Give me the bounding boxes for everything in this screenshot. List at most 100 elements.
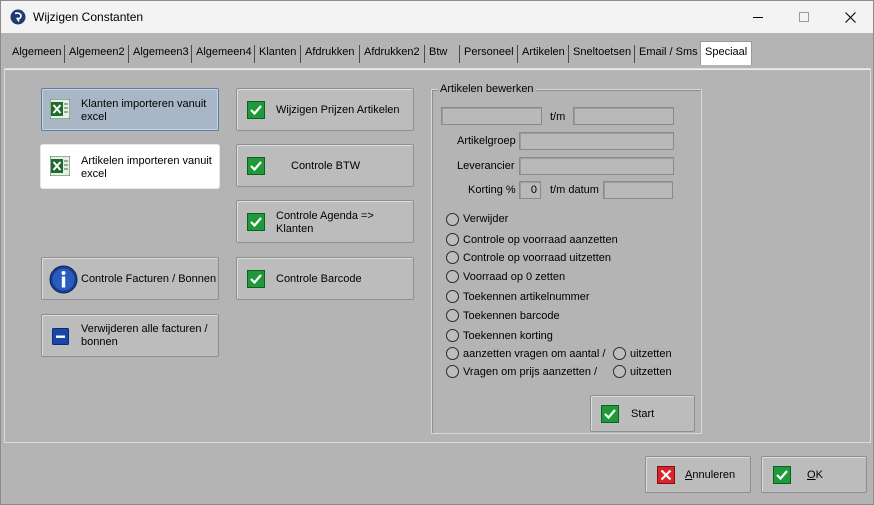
- window-title: Wijzigen Constanten: [33, 10, 144, 24]
- radio-korting[interactable]: [446, 329, 459, 342]
- controle-btw-button[interactable]: Controle BTW: [236, 144, 414, 187]
- app-logo-icon: [10, 9, 26, 25]
- tab-separator: [459, 45, 460, 63]
- radio-vragen-aantal[interactable]: [446, 347, 459, 360]
- page-top-edge: [5, 69, 870, 70]
- korting-label: Korting %: [468, 184, 516, 196]
- tab-speciaal[interactable]: Speciaal: [700, 41, 753, 65]
- controle-agenda-button[interactable]: Controle Agenda => Klanten: [236, 200, 414, 243]
- tab-btw[interactable]: Btw: [429, 43, 447, 64]
- checkmark-icon: [247, 213, 265, 231]
- checkmark-icon: [247, 101, 265, 119]
- controle-barcode-button[interactable]: Controle Barcode: [236, 257, 414, 300]
- klanten-importeren-button[interactable]: Klanten importeren vanuit excel: [41, 88, 219, 131]
- tab-separator: [128, 45, 129, 63]
- minimize-button[interactable]: [735, 1, 781, 33]
- tm-datum-label: t/m datum: [550, 184, 599, 196]
- tab-algemeen2[interactable]: Algemeen2: [69, 43, 125, 64]
- radio-voorraad-uitzetten-label: Controle op voorraad uitzetten: [463, 252, 611, 264]
- close-icon: [844, 11, 856, 23]
- tab-personeel[interactable]: Personeel: [464, 43, 514, 64]
- leverancier-field[interactable]: [519, 157, 674, 175]
- ok-button[interactable]: OK: [761, 456, 867, 493]
- ok-label-rest: K: [815, 469, 823, 481]
- maximize-button[interactable]: [781, 1, 827, 33]
- artikel-from-field[interactable]: [441, 107, 542, 125]
- annuleren-label: Annuleren: [685, 469, 736, 481]
- tab-separator: [64, 45, 65, 63]
- radio-voorraad-aanzetten-label: Controle op voorraad aanzetten: [463, 234, 618, 246]
- maximize-icon: [799, 12, 809, 22]
- tab-artikelen[interactable]: Artikelen: [522, 43, 565, 64]
- tab-separator: [517, 45, 518, 63]
- checkmark-icon: [773, 466, 791, 484]
- tab-separator: [568, 45, 569, 63]
- title-bar: Wijzigen Constanten: [1, 1, 873, 33]
- tab-separator: [254, 45, 255, 63]
- controle-btw-label: Controle BTW: [291, 160, 361, 172]
- dialog-window: Wijzigen Constanten Algemeen Algemeen2 A…: [0, 0, 874, 505]
- tab-separator: [424, 45, 425, 63]
- radio-artikelnummer[interactable]: [446, 290, 459, 303]
- artikelen-bewerken-title: Artikelen bewerken: [438, 83, 536, 95]
- tab-algemeen4[interactable]: Algemeen4: [196, 43, 252, 64]
- radio-vragen-aantal-label: aanzetten vragen om aantal /: [463, 348, 606, 360]
- tm-datum-field[interactable]: [603, 181, 673, 199]
- tab-separator: [191, 45, 192, 63]
- verwijderen-facturen-button[interactable]: Verwijderen alle facturen / bonnen: [41, 314, 219, 357]
- tm-label: t/m: [550, 111, 566, 123]
- klanten-importeren-label: Klanten importeren vanuit excel: [81, 98, 207, 123]
- minimize-icon: [753, 17, 763, 18]
- radio-verwijder-label: Verwijder: [463, 213, 509, 225]
- radio-uitzetten-aantal[interactable]: [613, 347, 626, 360]
- controle-agenda-label: Controle Agenda => Klanten: [276, 210, 374, 235]
- annuleren-button[interactable]: Annuleren: [645, 456, 751, 493]
- artikel-to-field[interactable]: [573, 107, 674, 125]
- tab-klanten[interactable]: Klanten: [259, 43, 296, 64]
- tab-algemeen3[interactable]: Algemeen3: [133, 43, 189, 64]
- artikelen-importeren-label: Artikelen importeren vanuit excel: [81, 155, 212, 180]
- tab-algemeen[interactable]: Algemeen: [12, 43, 62, 64]
- radio-uitzetten-prijs[interactable]: [613, 365, 626, 378]
- excel-icon: [50, 99, 70, 119]
- artikelen-importeren-button[interactable]: Artikelen importeren vanuit excel: [41, 145, 219, 188]
- radio-vragen-prijs-label: Vragen om prijs aanzetten /: [463, 366, 598, 378]
- radio-voorraad-nul-label: Voorraad op 0 zetten: [463, 271, 566, 283]
- tab-email-sms[interactable]: Email / Sms: [639, 43, 698, 64]
- radio-voorraad-uitzetten[interactable]: [446, 251, 459, 264]
- info-icon: [49, 265, 78, 294]
- checkmark-icon: [601, 405, 619, 423]
- tab-strip: Algemeen Algemeen2 Algemeen3 Algemeen4 K…: [1, 33, 873, 69]
- radio-artikelnummer-label: Toekennen artikelnummer: [463, 291, 590, 303]
- radio-vragen-prijs[interactable]: [446, 365, 459, 378]
- radio-verwijder[interactable]: [446, 213, 459, 226]
- minus-icon: [52, 328, 69, 345]
- tab-separator: [634, 45, 635, 63]
- wijzigen-prijzen-button[interactable]: Wijzigen Prijzen Artikelen: [236, 88, 414, 131]
- artikelgroep-field[interactable]: [519, 132, 674, 150]
- tab-separator: [300, 45, 301, 63]
- radio-uitzetten-prijs-label: uitzetten: [630, 366, 672, 378]
- leverancier-label: Leverancier: [457, 160, 515, 172]
- cancel-x-icon: [657, 466, 675, 484]
- wijzigen-prijzen-label: Wijzigen Prijzen Artikelen: [276, 104, 400, 116]
- tab-afdrukken2[interactable]: Afdrukken2: [364, 43, 420, 64]
- ok-label: OK: [807, 469, 823, 481]
- radio-uitzetten-aantal-label: uitzetten: [630, 348, 672, 360]
- close-button[interactable]: [827, 1, 873, 33]
- checkmark-icon: [247, 157, 265, 175]
- korting-field[interactable]: 0: [519, 181, 541, 199]
- artikelgroep-label: Artikelgroep: [457, 135, 516, 147]
- controle-facturen-label: Controle Facturen / Bonnen: [81, 273, 217, 285]
- excel-icon: [50, 156, 70, 176]
- controle-barcode-label: Controle Barcode: [276, 273, 362, 285]
- radio-voorraad-aanzetten[interactable]: [446, 233, 459, 246]
- controle-facturen-button[interactable]: Controle Facturen / Bonnen: [41, 257, 219, 300]
- tab-sneltoetsen[interactable]: Sneltoetsen: [573, 43, 631, 64]
- radio-barcode[interactable]: [446, 309, 459, 322]
- tab-separator: [359, 45, 360, 63]
- radio-barcode-label: Toekennen barcode: [463, 310, 560, 322]
- tab-afdrukken[interactable]: Afdrukken: [305, 43, 355, 64]
- radio-voorraad-nul[interactable]: [446, 270, 459, 283]
- start-button[interactable]: Start: [590, 395, 695, 432]
